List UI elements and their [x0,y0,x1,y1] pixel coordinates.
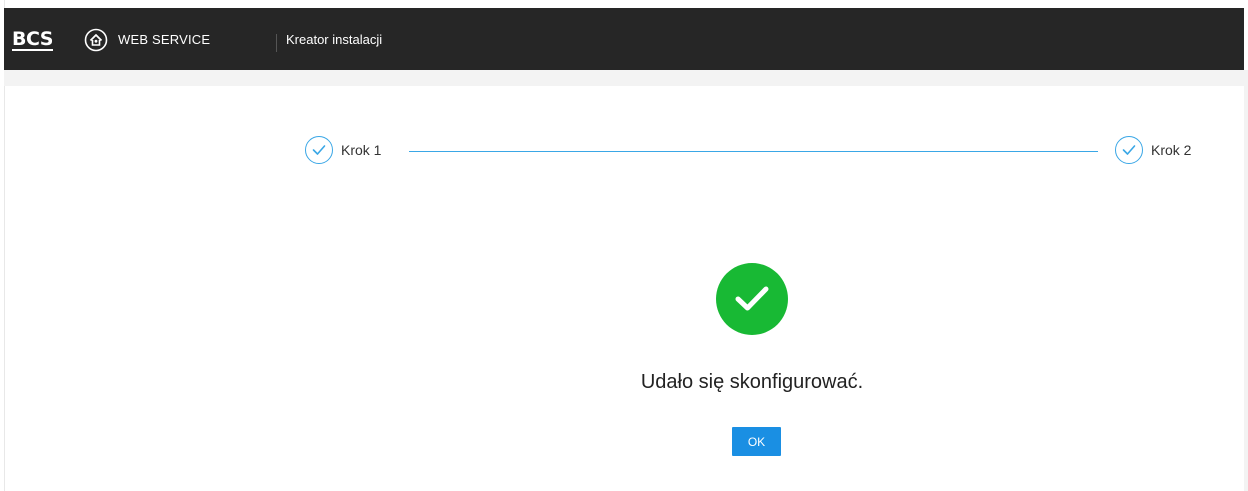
step-connector [409,151,1098,152]
step-2: Krok 2 [1115,136,1191,164]
home-icon[interactable] [84,28,108,52]
step-1: Krok 1 [305,136,381,164]
top-bar: BCS WEB SERVICE Kreator instalacji [4,8,1244,70]
window-edge-right [1244,70,1248,491]
check-circle-icon [1115,136,1143,164]
header-divider [276,34,277,52]
success-check-icon [716,263,788,335]
app-window: BCS WEB SERVICE Kreator instalacji Krok … [0,0,1248,491]
success-message: Udało się skonfigurować. [640,371,864,393]
check-circle-icon [305,136,333,164]
bcs-logo: BCS [12,28,53,51]
step-2-label: Krok 2 [1151,142,1192,158]
header-shadow-band [4,70,1244,86]
ok-button[interactable]: OK [732,427,781,456]
brand-name: WEB SERVICE [118,32,211,47]
page-title: Kreator instalacji [286,32,383,47]
step-1-label: Krok 1 [341,142,382,158]
